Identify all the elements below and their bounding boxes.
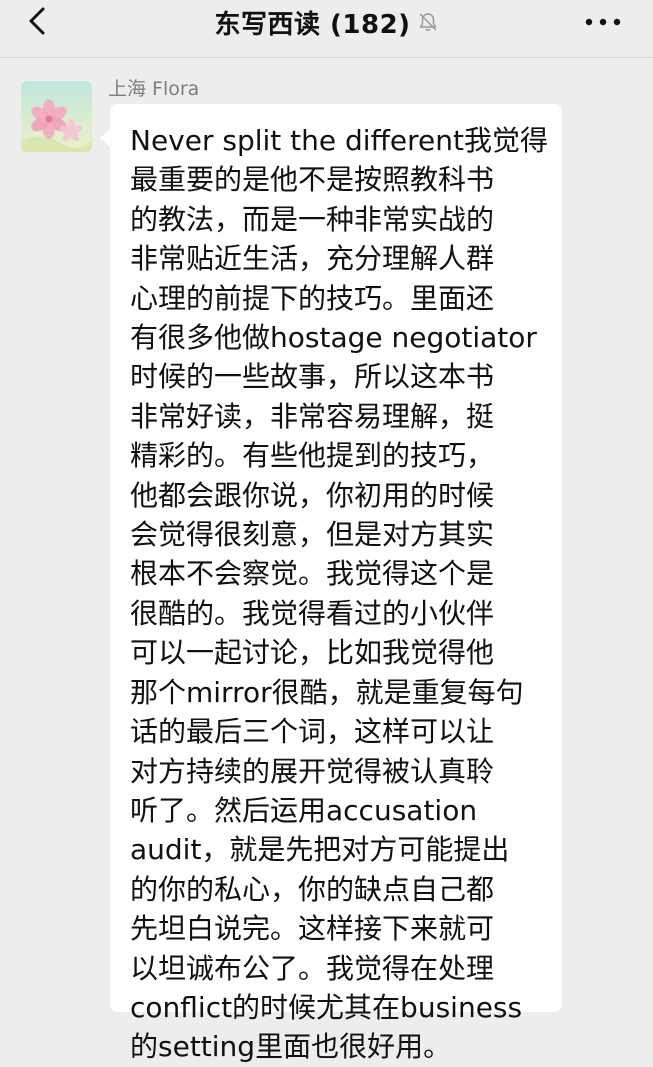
message-line: 可以一起讨论，比如我觉得他 (130, 636, 495, 670)
nav-divider (0, 57, 653, 58)
message-bubble[interactable]: Never split the different我觉得 最重要的是他不是按照教科… (110, 104, 562, 1063)
message-line: 非常贴近生活，充分理解人群 (130, 242, 495, 276)
message-line: 精彩的。有些他提到的技巧， (130, 439, 495, 473)
message-line: 非常好读，非常容易理解，挺 (130, 399, 495, 433)
title-group: 东写西读 (182) (0, 4, 653, 40)
message-line: 时候的一些故事，所以这本书 (130, 360, 495, 394)
message-line: 有很多他做hostage negotiator (130, 321, 537, 355)
message-line: 话的最后三个词，这样可以让 (130, 715, 495, 749)
message-line: 的教法，而是一种非常实战的 (130, 202, 495, 236)
message-line: 对方持续的展开觉得被认真聆 (130, 754, 495, 788)
message-line: 他都会跟你说，你初用的时候 (130, 478, 495, 512)
message-line: 根本不会察觉。我觉得这个是 (130, 557, 495, 591)
message-line: 最重要的是他不是按照教科书 (130, 163, 495, 197)
sender-avatar[interactable] (21, 81, 92, 152)
message-line: 那个mirror很酷，就是重复每句 (130, 675, 524, 709)
message-line: 会觉得很刻意，但是对方其实 (130, 518, 495, 552)
message-line: 心理的前提下的技巧。里面还 (130, 281, 495, 315)
flower-photo-avatar (21, 81, 92, 152)
message-line: 先坦白说完。这样接下来就可 (130, 912, 495, 946)
message-line: 以坦诚布公了。我觉得在处理 (130, 951, 495, 985)
message-line: 的setting里面也很好用。 (130, 1030, 452, 1064)
more-icon[interactable] (583, 10, 623, 34)
message-line: Never split the different我觉得 (130, 124, 548, 157)
message-line: 听了。然后运用accusation (130, 793, 478, 827)
message-line: audit，就是先把对方可能提出 (130, 833, 510, 867)
navigation-bar: 东写西读 (182) (0, 0, 653, 44)
chat-title: 东写西读 (182) (214, 9, 411, 40)
bell-slash-icon (419, 13, 437, 31)
message-line: 很酷的。我觉得看过的小伙伴 (130, 596, 495, 630)
message-text: Never split the different我觉得 最重要的是他不是按照教科… (130, 121, 552, 1067)
message-line: 的你的私心，你的缺点自己都 (130, 872, 495, 906)
sender-name: 上海 Flora (108, 78, 200, 100)
message-line: conflict的时候尤其在business (130, 990, 523, 1024)
